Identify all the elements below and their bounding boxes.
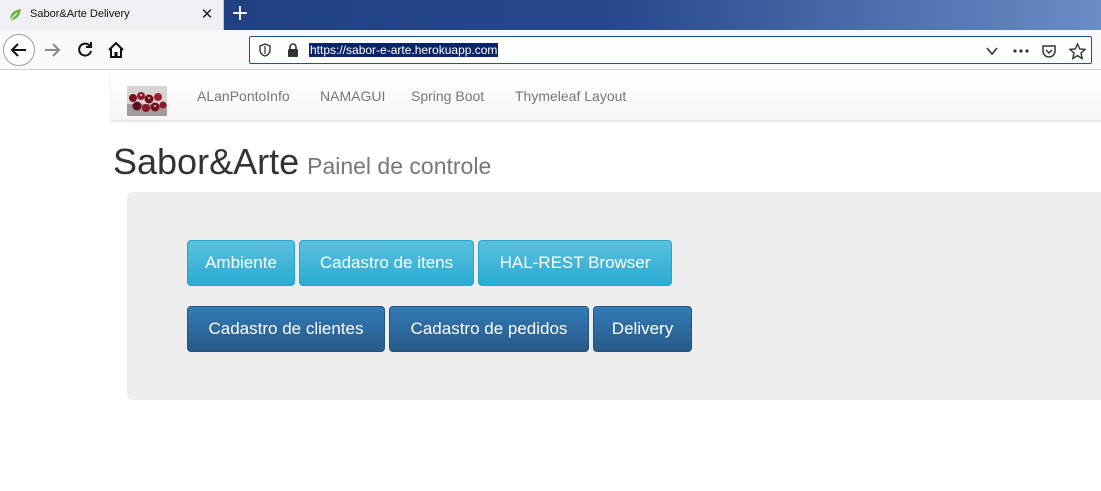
hal-rest-browser-button[interactable]: HAL-REST Browser bbox=[478, 240, 672, 286]
close-tab-icon[interactable]: ✕ bbox=[198, 5, 216, 23]
site-navbar: ALanPontoInfo NAMAGUI Spring Boot Thymel… bbox=[111, 71, 1101, 121]
back-button[interactable] bbox=[3, 34, 35, 66]
pocket-icon[interactable] bbox=[1040, 42, 1058, 60]
nav-link-spring-boot[interactable]: Spring Boot bbox=[411, 88, 484, 104]
reload-button[interactable] bbox=[69, 34, 101, 66]
lock-icon[interactable] bbox=[287, 43, 299, 57]
ambiente-button[interactable]: Ambiente bbox=[187, 240, 295, 286]
more-icon[interactable] bbox=[1012, 42, 1030, 60]
home-icon bbox=[108, 41, 124, 58]
cadastro-pedidos-button[interactable]: Cadastro de pedidos bbox=[389, 306, 589, 352]
brand-logo-image[interactable] bbox=[127, 86, 167, 116]
page-title: Sabor&Arte bbox=[113, 141, 300, 182]
page-subtitle: Painel de controle bbox=[307, 153, 492, 179]
new-tab-button[interactable]: + bbox=[228, 2, 252, 26]
forward-button[interactable] bbox=[36, 34, 68, 66]
tab-title: Sabor&Arte Delivery bbox=[30, 8, 130, 20]
page-header: Sabor&Arte Painel de controle bbox=[113, 141, 491, 183]
browser-tab-bar: Sabor&Arte Delivery ✕ + bbox=[0, 0, 1101, 30]
url-text[interactable]: https://sabor-e-arte.herokuapp.com bbox=[309, 43, 499, 57]
url-bar[interactable]: https://sabor-e-arte.herokuapp.com bbox=[249, 36, 1092, 64]
cadastro-itens-button[interactable]: Cadastro de itens bbox=[299, 240, 474, 286]
delivery-button[interactable]: Delivery bbox=[593, 306, 692, 352]
forward-arrow-icon bbox=[45, 43, 61, 57]
shield-icon[interactable] bbox=[258, 43, 272, 57]
control-panel bbox=[127, 192, 1101, 400]
star-icon[interactable] bbox=[1068, 42, 1086, 60]
spring-leaf-icon bbox=[9, 9, 21, 21]
home-button[interactable] bbox=[100, 34, 132, 66]
chevron-down-icon[interactable] bbox=[983, 42, 1001, 60]
nav-link-thymeleaf-layout[interactable]: Thymeleaf Layout bbox=[515, 88, 626, 104]
browser-toolbar: https://sabor-e-arte.herokuapp.com bbox=[0, 30, 1101, 70]
nav-link-alanpontoinfo[interactable]: ALanPontoInfo bbox=[197, 88, 290, 104]
cadastro-clientes-button[interactable]: Cadastro de clientes bbox=[187, 306, 385, 352]
back-arrow-icon bbox=[10, 43, 26, 57]
reload-icon bbox=[78, 42, 92, 57]
nav-link-namagui[interactable]: NAMAGUI bbox=[320, 88, 385, 104]
browser-tab[interactable]: Sabor&Arte Delivery ✕ bbox=[0, 0, 224, 30]
